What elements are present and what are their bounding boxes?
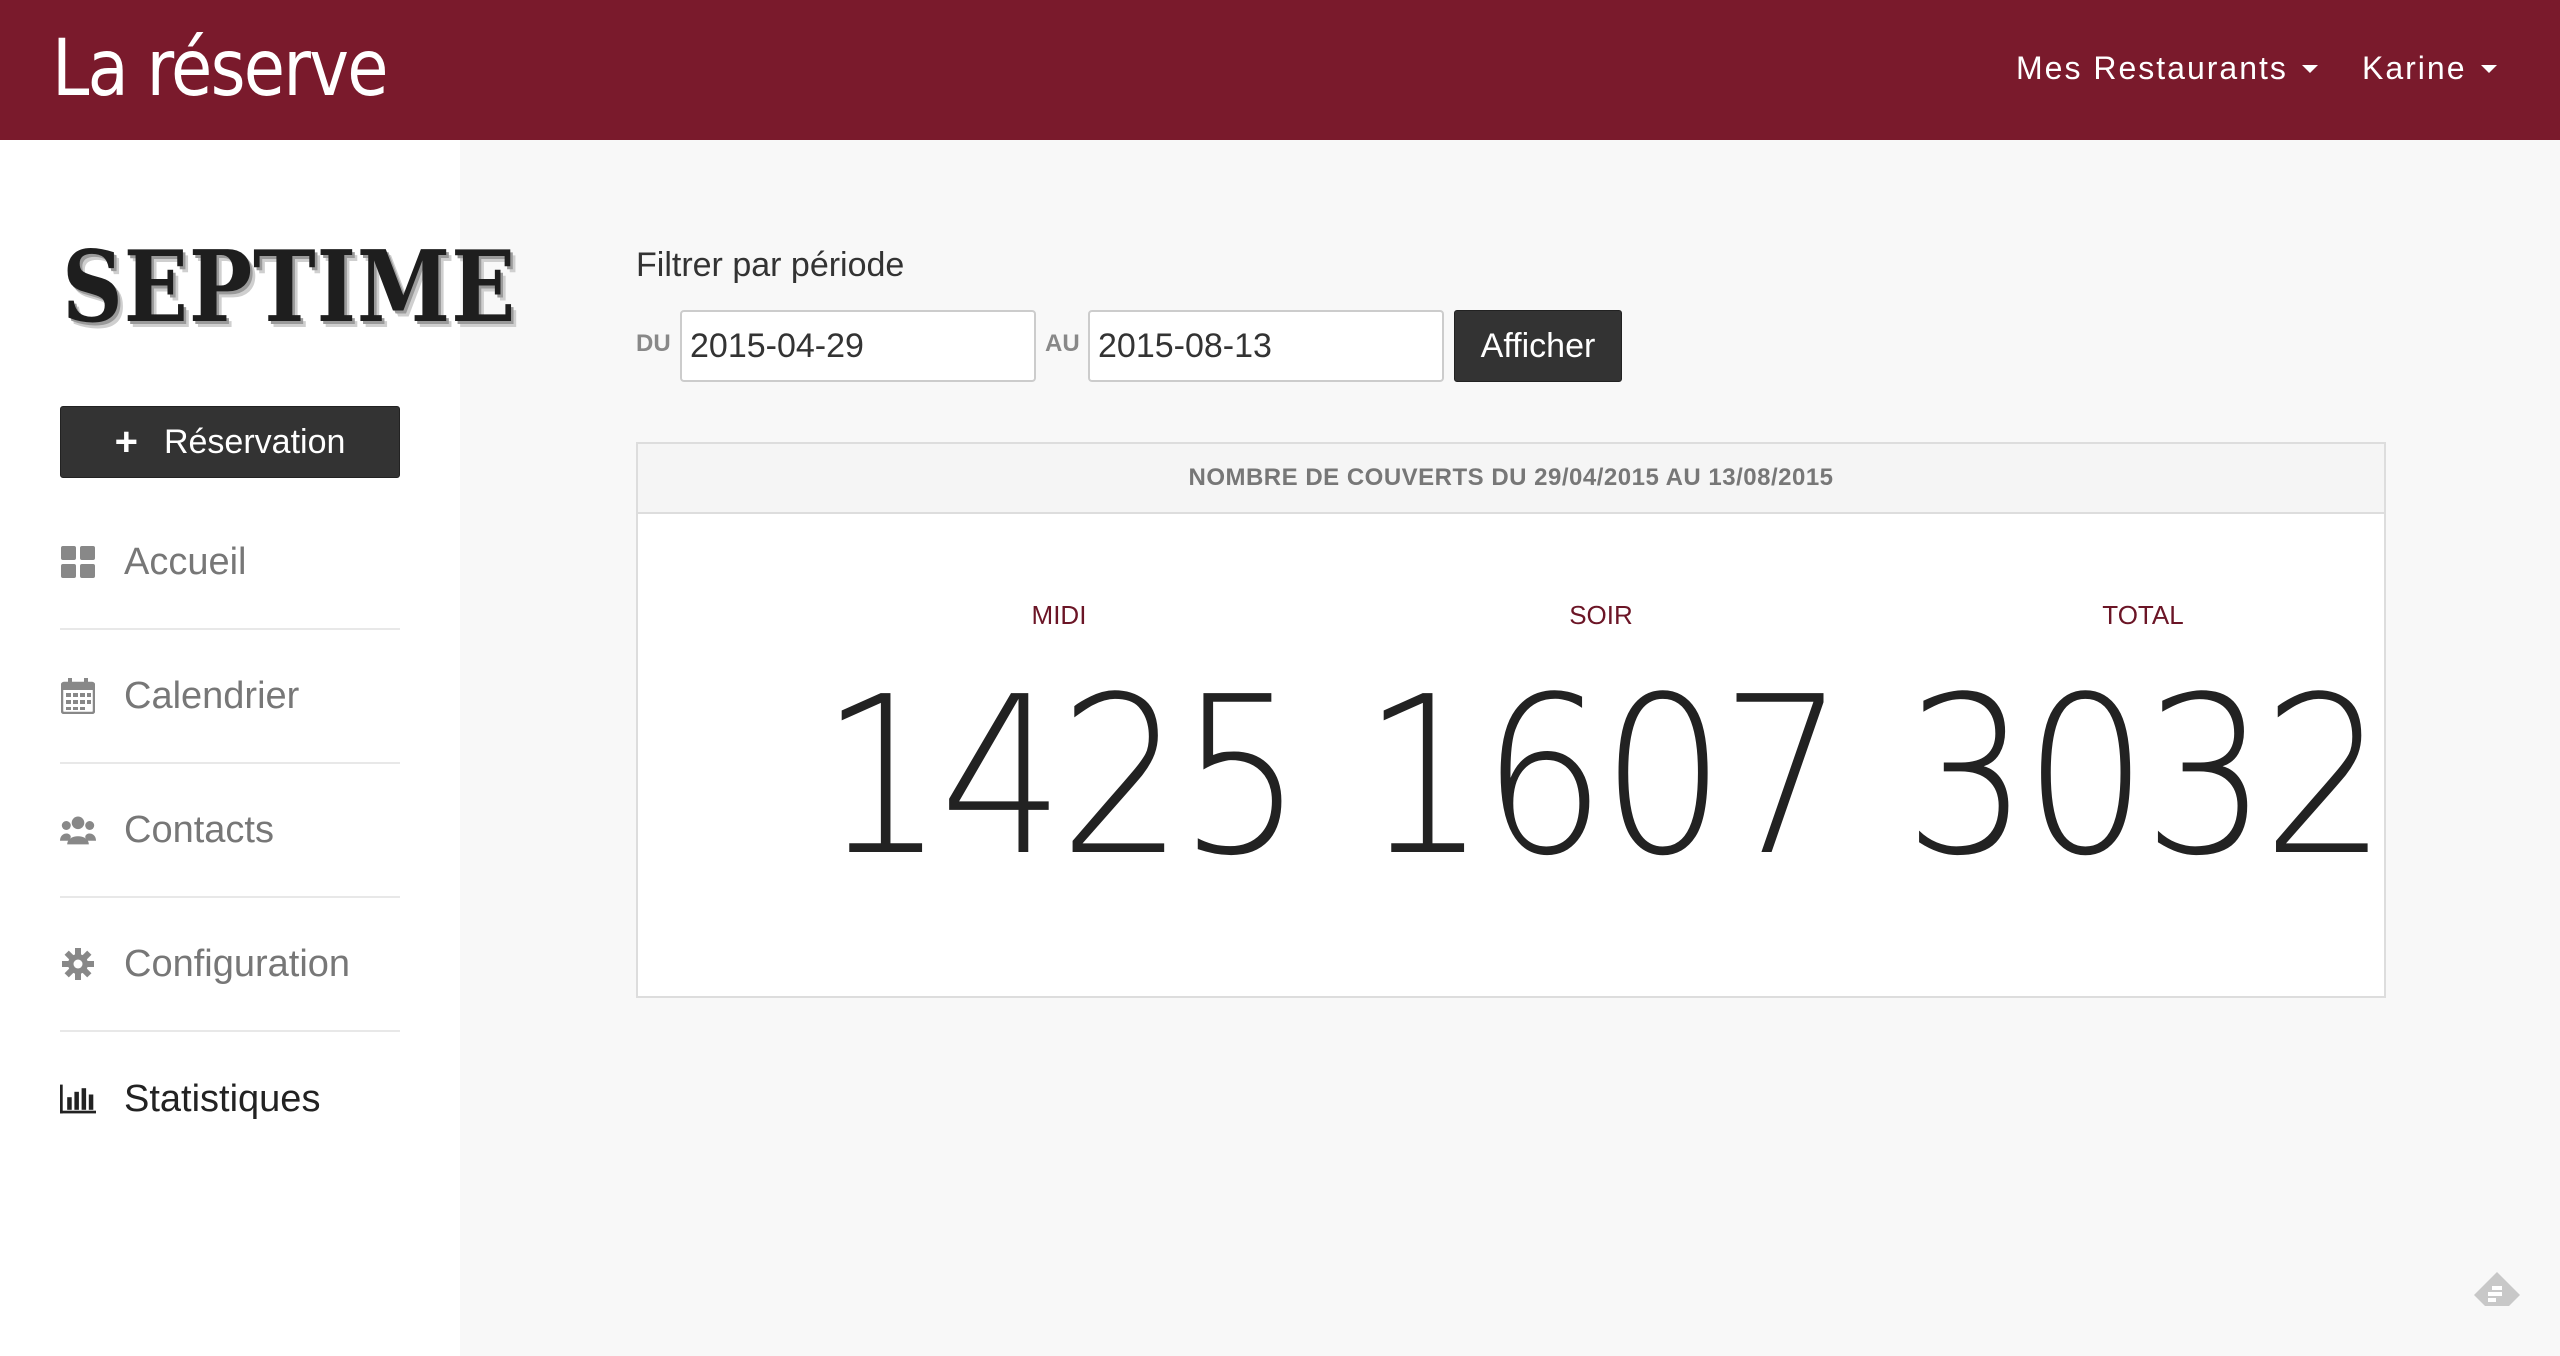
sidebar-item-label: Statistiques [124, 1077, 321, 1120]
sidebar-item-label: Configuration [124, 942, 351, 985]
stat-total: TOTAL 3032 [1872, 512, 2414, 887]
stat-total-value: 3032 [1904, 651, 2387, 904]
covers-stats-panel: NOMBRE DE COUVERTS DU 29/04/2015 AU 13/0… [636, 442, 2387, 998]
user-dropdown-label: Karine [2362, 50, 2467, 86]
sidebar-item-accueil[interactable]: Accueil [60, 496, 400, 630]
feedly-icon[interactable] [2470, 1268, 2524, 1322]
stat-total-label: TOTAL [2102, 600, 2184, 630]
chevron-down-icon [2480, 64, 2497, 73]
sidebar-item-calendrier[interactable]: Calendrier [60, 630, 400, 764]
new-reservation-label: Réservation [163, 422, 346, 461]
end-date-input[interactable] [1088, 310, 1444, 382]
sidebar-item-label: Calendrier [124, 674, 300, 717]
filter-title: Filtrer par période [636, 246, 905, 284]
from-label: DU [636, 330, 671, 357]
sidebar: SEPTIME + Réservation Accueil Calendrier… [0, 140, 515, 1356]
top-navbar: La réserve Mes Restaurants Karine [0, 0, 2560, 140]
chevron-down-icon [2301, 64, 2318, 73]
panel-heading: NOMBRE DE COUVERTS DU 29/04/2015 AU 13/0… [638, 444, 2384, 514]
sidebar-item-label: Accueil [124, 540, 247, 583]
stat-midi-value: 1425 [820, 651, 1303, 904]
restaurants-dropdown[interactable]: Mes Restaurants [2016, 50, 2318, 87]
restaurant-logo: SEPTIME [62, 230, 517, 345]
stat-midi-label: MIDI [1031, 600, 1087, 630]
show-button[interactable]: Afficher [1454, 310, 1622, 382]
bar-chart-icon [60, 1081, 96, 1117]
restaurants-dropdown-label: Mes Restaurants [2016, 50, 2288, 86]
start-date-input[interactable] [680, 310, 1036, 382]
stat-soir: SOIR 1607 [1330, 512, 1872, 887]
stat-soir-label: SOIR [1569, 600, 1633, 630]
sidebar-item-label: Contacts [124, 808, 274, 851]
calendar-icon [60, 678, 96, 714]
plus-icon: + [114, 420, 138, 464]
sidebar-item-contacts[interactable]: Contacts [60, 764, 400, 898]
stat-midi: MIDI 1425 [788, 512, 1330, 887]
users-icon [60, 812, 96, 848]
dashboard-icon [60, 544, 96, 580]
new-reservation-button[interactable]: + Réservation [60, 406, 400, 478]
app-brand[interactable]: La réserve [52, 24, 388, 114]
gear-icon [60, 946, 96, 982]
sidebar-item-configuration[interactable]: Configuration [60, 898, 400, 1032]
to-label: AU [1045, 330, 1080, 357]
sidebar-item-statistiques[interactable]: Statistiques [60, 1032, 400, 1166]
stat-soir-value: 1607 [1362, 651, 1845, 904]
user-dropdown[interactable]: Karine [2362, 50, 2497, 87]
